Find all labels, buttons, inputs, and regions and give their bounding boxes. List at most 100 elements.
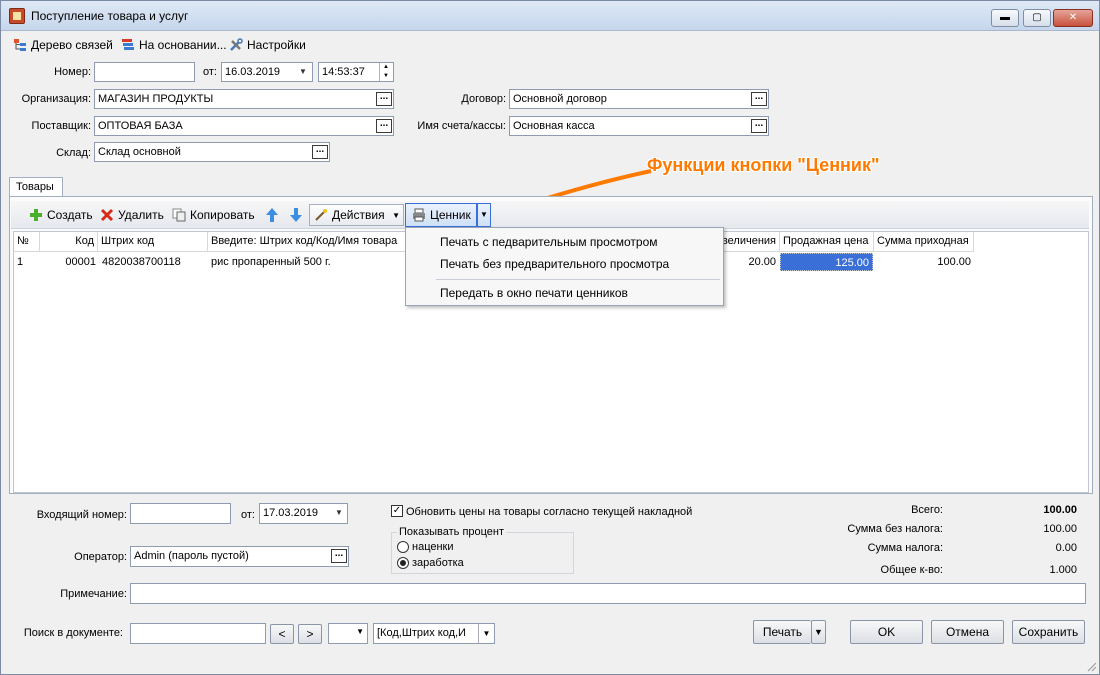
delete-label: Удалить [118,208,164,222]
cancel-button[interactable]: Отмена [931,620,1004,644]
search-field-select[interactable]: [Код,Штрих код,И [373,623,495,644]
warehouse-label: Склад: [56,147,91,159]
ellipsis-icon[interactable]: ... [751,92,767,106]
search-prev-button[interactable]: < [270,624,294,644]
settings-button[interactable]: Настройки [229,36,306,54]
pricetag-label: Ценник [430,208,471,222]
contract-input[interactable]: Основной договор [509,89,769,109]
ellipsis-icon[interactable]: ... [751,119,767,133]
minimize-button[interactable]: ▬ [991,9,1019,27]
chevron-down-icon[interactable]: ▼ [333,504,345,522]
row-code[interactable]: 00001 [40,256,96,268]
arrow-up-icon[interactable] [265,207,279,223]
incoming-number-input[interactable] [130,503,231,524]
operator-input[interactable]: Admin (пароль пустой) [130,546,349,567]
tree-button[interactable]: Дерево связей [13,36,113,54]
actions-button[interactable]: Действия ▼ [309,204,404,226]
quantity-value: 1.000 [1049,564,1077,576]
account-value: Основная касса [513,120,595,132]
total-value: 100.00 [1043,504,1077,516]
print-button[interactable]: Печать [753,620,811,644]
header-barcode[interactable]: Штрих код [98,232,208,252]
save-button[interactable]: Сохранить [1012,620,1085,644]
title-bar: Поступление товара и услуг ▬ ▢ ✕ [1,1,1099,31]
pricetag-button[interactable]: Ценник [405,203,477,227]
chevron-down-icon[interactable]: ▼ [297,63,309,81]
ellipsis-icon[interactable]: ... [376,92,392,106]
header-sale-price[interactable]: Продажная цена [780,232,874,252]
ok-button[interactable]: OK [850,620,923,644]
from-label: от: [203,66,217,78]
search-input[interactable] [130,623,266,644]
chevron-down-icon: ▼ [356,627,364,636]
markup-label: наценки [412,541,454,553]
without-tax-value: 100.00 [1043,523,1077,535]
header-sum[interactable]: Сумма приходная [874,232,974,252]
plus-icon [30,209,42,221]
ellipsis-icon[interactable]: ... [331,549,347,563]
print-dropdown[interactable]: ▼ [811,620,826,644]
search-next-button[interactable]: > [298,624,322,644]
app-icon [9,8,25,24]
chevron-down-icon: ▼ [480,210,488,219]
pricetag-menu: Печать с педварительным просмотром Печат… [405,227,724,306]
supplier-input[interactable]: ОПТОВАЯ БАЗА [94,116,394,136]
number-input[interactable] [94,62,195,82]
stack-icon [122,39,134,50]
header-code[interactable]: Код [40,232,98,252]
arrow-down-icon[interactable] [289,207,303,223]
copy-label: Копировать [190,208,255,222]
row-sum[interactable]: 100.00 [874,256,971,268]
printer-icon [413,208,425,222]
supplier-value: ОПТОВАЯ БАЗА [98,120,183,132]
search-label: Поиск в документе: [23,627,123,639]
update-prices-checkbox[interactable]: ✓ [391,505,403,517]
earnings-radio[interactable] [397,557,409,569]
based-on-label: На основании... [139,38,227,52]
search-mode-select[interactable]: ▼ [328,623,368,644]
date-value: 16.03.2019 [225,66,281,78]
ellipsis-icon[interactable]: ... [376,119,392,133]
main-window: Поступление товара и услуг ▬ ▢ ✕ Дерево … [0,0,1100,675]
header-num[interactable]: № [14,232,40,252]
based-on-button[interactable]: На основании... [121,36,227,54]
organization-input[interactable]: МАГАЗИН ПРОДУКТЫ [94,89,394,109]
row-sale-price[interactable]: 125.00 [780,253,873,271]
quantity-label: Общее к-во: [880,564,943,576]
note-label: Примечание: [60,588,127,600]
warehouse-value: Склад основной [98,146,181,158]
chevron-down-icon: ▼ [814,627,823,637]
menu-item-print-preview[interactable]: Печать с педварительным просмотром [440,235,658,249]
create-label: Создать [47,208,93,222]
maximize-button[interactable]: ▢ [1023,9,1051,27]
copy-button[interactable]: Копировать [172,206,255,224]
markup-radio[interactable] [397,541,409,553]
incoming-from-label: от: [241,509,255,521]
create-button[interactable]: Создать [29,206,93,224]
account-input[interactable]: Основная касса [509,116,769,136]
close-button[interactable]: ✕ [1053,9,1093,27]
row-name[interactable]: рис пропаренный 500 г. [211,256,406,268]
chevron-down-icon[interactable]: ▼ [478,624,494,643]
warehouse-input[interactable]: Склад основной [94,142,330,162]
delete-icon [100,208,114,222]
account-label: Имя счета/кассы: [417,120,506,132]
menu-item-send-to-labels[interactable]: Передать в окно печати ценников [440,286,628,300]
contract-label: Договор: [461,93,506,105]
menu-item-print-direct[interactable]: Печать без предварительного просмотра [440,257,669,271]
row-barcode[interactable]: 4820038700118 [102,256,208,268]
operator-value: Admin (пароль пустой) [134,550,249,562]
resize-grip-icon[interactable] [1085,660,1097,672]
window-title: Поступление товара и услуг [31,9,189,23]
time-spinner[interactable]: ▲ ▼ [379,63,392,81]
ellipsis-icon[interactable]: ... [312,145,328,159]
delete-button[interactable]: Удалить [100,206,164,224]
row-num[interactable]: 1 [17,256,39,268]
tree-label: Дерево связей [31,38,113,52]
tab-goods[interactable]: Товары [9,177,63,197]
header-name[interactable]: Введите: Штрих код/Код/Имя товара [208,232,406,252]
pricetag-dropdown[interactable]: ▼ [477,203,491,227]
note-input[interactable] [130,583,1086,604]
time-value: 14:53:37 [322,66,365,78]
incoming-date-value: 17.03.2019 [263,507,319,519]
